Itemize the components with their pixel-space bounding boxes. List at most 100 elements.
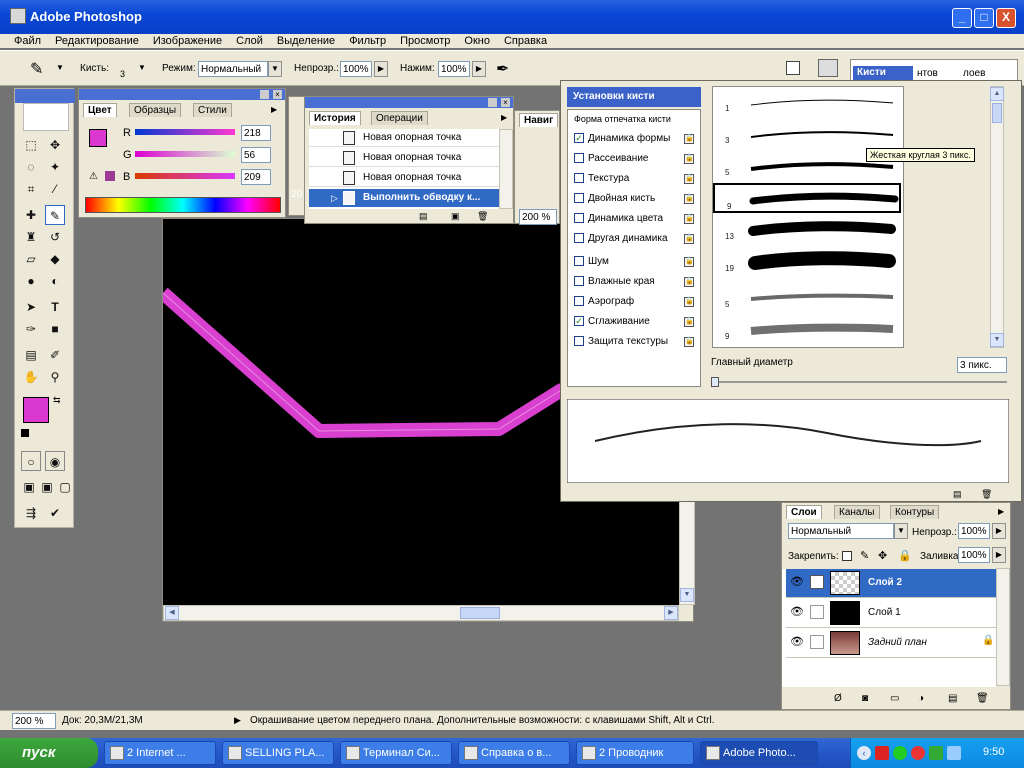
lock-position-icon[interactable]: ✥ [878, 549, 887, 562]
brush-option-scattering[interactable]: Рассеивание 🔓 [574, 150, 700, 168]
well-tab-tools[interactable]: нтов [917, 68, 938, 79]
history-menu-icon[interactable]: ▶ [501, 113, 507, 122]
brush-preset[interactable]: 19 [713, 247, 903, 277]
new-preset-icon[interactable]: ▤ [953, 489, 962, 500]
eyedropper-icon[interactable]: ✐ [45, 345, 65, 365]
horizontal-scroll-thumb[interactable] [460, 607, 500, 619]
history-brush-icon[interactable]: ↺ [45, 227, 65, 247]
new-snapshot-icon[interactable]: ▣ [451, 211, 460, 222]
diameter-slider-thumb[interactable] [711, 377, 719, 387]
mode-dropdown-icon[interactable]: ▼ [268, 61, 282, 77]
magic-wand-icon[interactable]: ✦ [45, 157, 65, 177]
default-colors-icon[interactable] [21, 429, 29, 437]
brush-option-smoothing[interactable]: ✓ Сглаживание 🔓 [574, 313, 700, 331]
healing-brush-icon[interactable]: ✚ [21, 205, 41, 225]
diameter-input[interactable]: 3 пикс. [957, 357, 1007, 373]
menu-window[interactable]: Окно [464, 34, 490, 48]
history-item[interactable]: Новая опорная точка [309, 129, 499, 147]
scroll-left-icon[interactable]: ◀ [165, 606, 179, 620]
brush-option-airbrush[interactable]: Аэрограф 🔓 [574, 293, 700, 311]
layer-style-icon[interactable]: Ø [834, 693, 842, 704]
tray-opera-icon[interactable] [911, 746, 925, 760]
eraser-tool-icon[interactable]: ▱ [21, 249, 41, 269]
status-zoom-input[interactable]: 200 % [12, 713, 56, 729]
lasso-tool-icon[interactable]: ◌ [21, 157, 41, 177]
brush-option-noise[interactable]: Шум 🔓 [574, 253, 700, 271]
history-scrollbar[interactable] [499, 129, 513, 209]
flow-slider-icon[interactable]: ▶ [472, 61, 486, 77]
photoshop-app-icon[interactable] [10, 8, 26, 24]
path-select-icon[interactable]: ➤ [21, 297, 41, 317]
scroll-right-icon[interactable]: ▶ [664, 606, 678, 620]
tray-antivirus-icon[interactable] [875, 746, 889, 760]
tab-navigator[interactable]: Навиг [519, 113, 559, 127]
feather-logo-icon[interactable] [23, 103, 69, 131]
visibility-eye-icon[interactable]: 👁 [790, 635, 804, 648]
screen-mode-full-menu-icon[interactable]: ▣ [37, 477, 57, 497]
layer-row-selected[interactable]: 👁 Слой 2 [786, 569, 998, 598]
screen-mode-standard-icon[interactable]: ▣ [19, 477, 39, 497]
brush-preset-selected[interactable]: 9 [713, 183, 901, 213]
brush-tool-icon[interactable]: ✎ [45, 205, 65, 225]
scroll-up-icon[interactable]: ▲ [990, 87, 1004, 101]
g-slider[interactable] [135, 151, 235, 157]
tray-skype-icon[interactable] [893, 746, 907, 760]
color-panel-menu-icon[interactable]: ▶ [271, 105, 277, 114]
minimize-button[interactable]: _ [952, 8, 972, 28]
tab-color[interactable]: Цвет [83, 103, 117, 117]
visibility-eye-icon[interactable]: 👁 [790, 605, 804, 618]
layer-opacity-input[interactable]: 100% [958, 523, 990, 539]
brush-option-dual-brush[interactable]: Двойная кисть 🔓 [574, 190, 700, 208]
brush-preset[interactable]: 9 [713, 315, 903, 345]
gamut-warning-icon[interactable]: ⚠ [89, 171, 98, 182]
menu-help[interactable]: Справка [504, 34, 547, 48]
g-input[interactable]: 56 [241, 147, 271, 163]
brush-preset-scroll-thumb[interactable] [992, 103, 1002, 123]
color-fg-swatch[interactable] [89, 129, 107, 147]
task-selling-plan[interactable]: SELLING PLA... [222, 741, 334, 765]
menu-layer[interactable]: Слой [236, 34, 263, 48]
type-tool-icon[interactable]: T [45, 297, 65, 317]
jump-to-imageready-icon[interactable]: ⇶ [21, 503, 41, 523]
maximize-button[interactable]: □ [974, 8, 994, 28]
menu-file[interactable]: Файл [14, 34, 41, 48]
tab-channels[interactable]: Каналы [834, 505, 880, 519]
brush-option-other-dynamics[interactable]: Другая динамика 🔓 [574, 230, 700, 248]
delete-layer-icon[interactable]: 🗑 [976, 693, 989, 704]
brush-preset[interactable]: 3 [713, 119, 903, 149]
well-tab-brushes[interactable]: Кисти [853, 66, 913, 80]
quick-mask-icon[interactable]: ◉ [45, 451, 65, 471]
lock-pixels-icon[interactable]: ✎ [860, 549, 869, 562]
new-document-from-state-icon[interactable]: ▤ [419, 211, 428, 222]
task-internet-explorer[interactable]: 2 Internet ... [104, 741, 216, 765]
opacity-input[interactable]: 100% [340, 61, 372, 77]
stamp-tool-icon[interactable]: ♜ [21, 227, 41, 247]
file-browser-icon[interactable] [786, 61, 800, 75]
airbrush-icon[interactable]: ✒ [496, 59, 509, 79]
notes-tool-icon[interactable]: ▤ [21, 345, 41, 365]
layer-row[interactable]: 👁 Слой 1 [786, 599, 998, 628]
brush-option-shape-dynamics[interactable]: ✓ Динамика формы 🔓 [574, 130, 700, 148]
layer-mask-icon[interactable]: ◙ [862, 693, 868, 704]
color-spectrum-bar[interactable] [85, 197, 281, 213]
brush-preset[interactable]: 13 [713, 215, 903, 245]
move-tool-icon[interactable]: ✥ [45, 135, 65, 155]
history-item[interactable]: Новая опорная точка [309, 169, 499, 187]
scroll-down-icon[interactable]: ▼ [990, 333, 1004, 347]
crop-tool-icon[interactable]: ⌗ [21, 179, 41, 199]
horizontal-scrollbar[interactable]: ◀ ▶ [163, 605, 679, 621]
preset-dropdown-icon[interactable]: ▼ [56, 63, 64, 72]
menu-filter[interactable]: Фильтр [349, 34, 386, 48]
tab-history[interactable]: История [309, 111, 361, 125]
tab-paths[interactable]: Контуры [890, 505, 940, 519]
brush-tip-shape[interactable]: Форма отпечатка кисти [574, 114, 671, 124]
brush-preset[interactable]: 5 [713, 283, 903, 313]
marquee-tool-icon[interactable]: ⬚ [21, 135, 41, 155]
delete-state-icon[interactable]: 🗑 [477, 211, 488, 222]
blur-tool-icon[interactable]: ● [21, 271, 41, 291]
menu-select[interactable]: Выделение [277, 34, 335, 48]
scroll-down-icon[interactable]: ▼ [680, 588, 694, 602]
hand-tool-icon[interactable]: ✋ [21, 367, 41, 387]
lock-transparency-icon[interactable] [842, 551, 852, 561]
mode-select[interactable]: Нормальный [198, 61, 268, 77]
